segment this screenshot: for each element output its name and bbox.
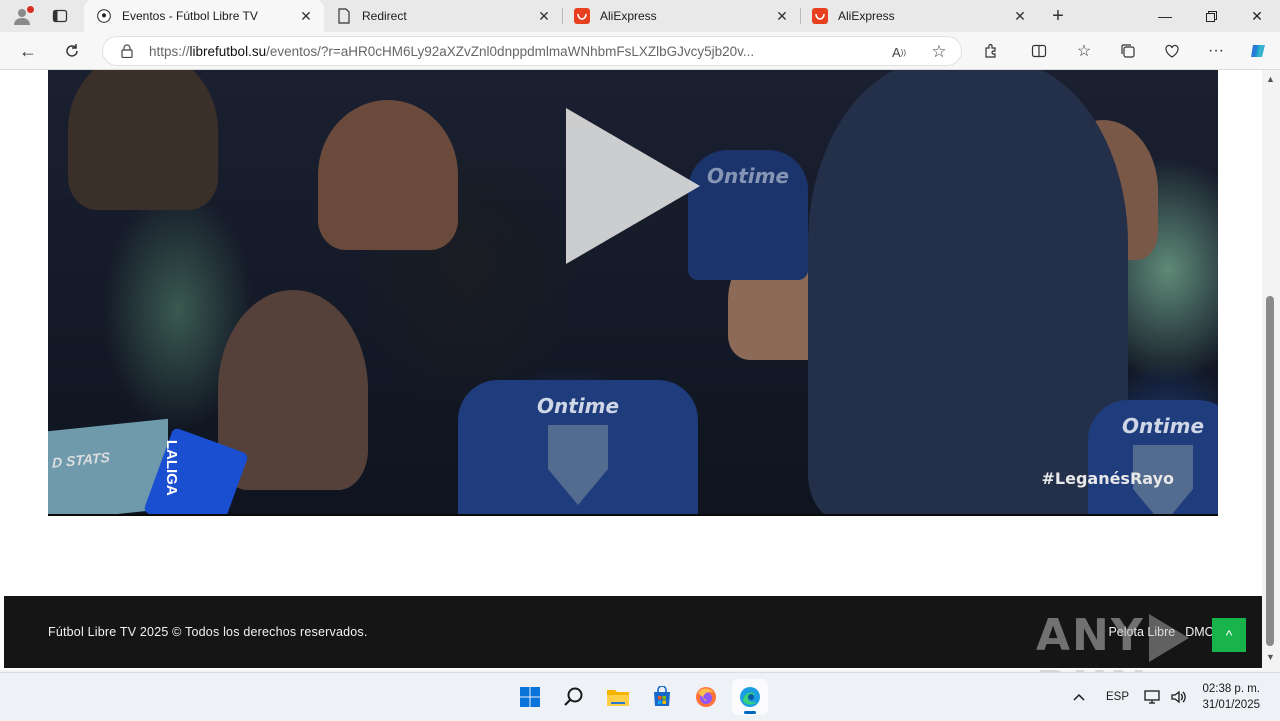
url-text[interactable]: https://librefutbol.su/eventos/?r=aHR0cH…	[149, 44, 879, 59]
video-player[interactable]: Ontime Ontime Ontime D STATS LALIGA #Leg…	[48, 70, 1218, 516]
firefox-icon[interactable]	[688, 679, 724, 715]
seat-brand-text: Ontime	[536, 394, 620, 418]
new-tab-button[interactable]: +	[1044, 4, 1072, 28]
tab-aliexpress-2[interactable]: AliExpress ✕	[800, 0, 1038, 32]
video-seat: Ontime	[688, 150, 808, 280]
url-scheme: https://	[149, 43, 190, 59]
language-indicator[interactable]: ESP	[1106, 673, 1129, 721]
collections-icon[interactable]	[1112, 36, 1144, 66]
page-viewport: Ontime Ontime Ontime D STATS LALIGA #Leg…	[0, 70, 1280, 713]
play-logo-icon	[1148, 614, 1189, 662]
tab-redirect[interactable]: Redirect ✕	[324, 0, 562, 32]
close-tab-icon[interactable]: ✕	[294, 4, 318, 28]
scroll-up-icon[interactable]: ▲	[1266, 74, 1275, 84]
store-icon[interactable]	[644, 679, 680, 715]
seat-brand-text: Ontime	[1121, 414, 1205, 438]
club-shield-icon	[548, 425, 608, 505]
close-tab-icon[interactable]: ✕	[1008, 4, 1032, 28]
video-person	[808, 70, 1128, 514]
tray-chevron-icon[interactable]	[1072, 673, 1086, 721]
close-tab-icon[interactable]: ✕	[770, 4, 794, 28]
restore-button[interactable]	[1188, 0, 1234, 32]
clock-time: 02:38 p. m.	[1202, 683, 1260, 695]
tab-title: AliExpress	[838, 9, 895, 23]
language-text: ESP	[1106, 691, 1130, 703]
tab-strip: Eventos - Fútbol Libre TV ✕ Redirect ✕ A…	[0, 0, 1280, 32]
windows-taskbar: ESP 02:38 p. m. 31/01/2025	[0, 672, 1280, 720]
split-screen-icon[interactable]	[1023, 36, 1055, 66]
favorite-star-icon[interactable]: ☆	[927, 41, 951, 63]
clock-date: 31/01/2025	[1202, 699, 1260, 711]
scroll-thumb[interactable]	[1266, 296, 1274, 646]
lock-icon[interactable]	[115, 44, 139, 58]
tab-title: AliExpress	[600, 9, 657, 23]
system-clock[interactable]: 02:38 p. m. 31/01/2025	[1202, 681, 1260, 713]
scroll-down-icon[interactable]: ▼	[1266, 652, 1275, 662]
refresh-button[interactable]	[56, 36, 88, 66]
aliexpress-icon	[574, 8, 590, 24]
file-explorer-icon[interactable]	[600, 679, 636, 715]
close-window-button[interactable]: ✕	[1234, 0, 1280, 32]
tablet-text: D STATS	[52, 448, 110, 471]
page-icon	[336, 8, 352, 24]
browser-toolbar: ← https://librefutbol.su/eventos/?r=aHR0…	[0, 32, 1280, 70]
browser-essentials-icon[interactable]	[1156, 36, 1188, 66]
seat-brand-text: Ontime	[706, 164, 790, 188]
copilot-icon[interactable]	[1242, 36, 1274, 66]
windows-start-icon[interactable]	[512, 679, 548, 715]
more-menu-icon[interactable]: ···	[1200, 36, 1232, 66]
aliexpress-icon	[812, 8, 828, 24]
video-hashtag: #LeganésRayo	[1041, 469, 1174, 488]
footer-copyright: Fútbol Libre TV 2025 © Todos los derecho…	[48, 625, 368, 639]
video-person	[318, 100, 458, 250]
network-icon[interactable]	[1144, 673, 1162, 721]
favorites-icon[interactable]: ☆	[1068, 36, 1100, 66]
profile-icon[interactable]	[8, 4, 36, 28]
read-aloud-icon[interactable]: A))	[887, 41, 911, 63]
laliga-text: LALIGA	[162, 439, 180, 496]
page-body: Ontime Ontime Ontime D STATS LALIGA #Leg…	[4, 70, 1262, 668]
volume-icon[interactable]	[1170, 673, 1188, 721]
play-button-icon[interactable]	[566, 108, 700, 264]
video-seat: Ontime	[458, 380, 698, 514]
url-path: /eventos/?r=aHR0cHM6Ly92aXZvZnl0dnppdmlm…	[266, 43, 755, 59]
tab-aliexpress-1[interactable]: AliExpress ✕	[562, 0, 800, 32]
extensions-icon[interactable]	[975, 36, 1007, 66]
page-scrollbar[interactable]: ▲ ▼	[1262, 70, 1280, 670]
watermark-left: ANY	[1036, 610, 1145, 661]
tab-title: Redirect	[362, 9, 407, 23]
search-icon[interactable]	[556, 679, 592, 715]
tab-title: Eventos - Fútbol Libre TV	[122, 9, 258, 23]
soccer-ball-icon	[96, 8, 112, 24]
address-bar[interactable]: https://librefutbol.su/eventos/?r=aHR0cH…	[102, 36, 962, 66]
video-seat: Ontime	[1088, 400, 1218, 514]
close-tab-icon[interactable]: ✕	[532, 4, 556, 28]
url-host: librefutbol.su	[189, 43, 267, 59]
tab-actions-icon[interactable]	[46, 4, 74, 28]
video-person	[68, 70, 218, 210]
tab-eventos[interactable]: Eventos - Fútbol Libre TV ✕	[84, 0, 324, 32]
back-button[interactable]: ←	[12, 36, 44, 66]
minimize-button[interactable]: —	[1142, 0, 1188, 32]
edge-icon[interactable]	[732, 679, 768, 715]
